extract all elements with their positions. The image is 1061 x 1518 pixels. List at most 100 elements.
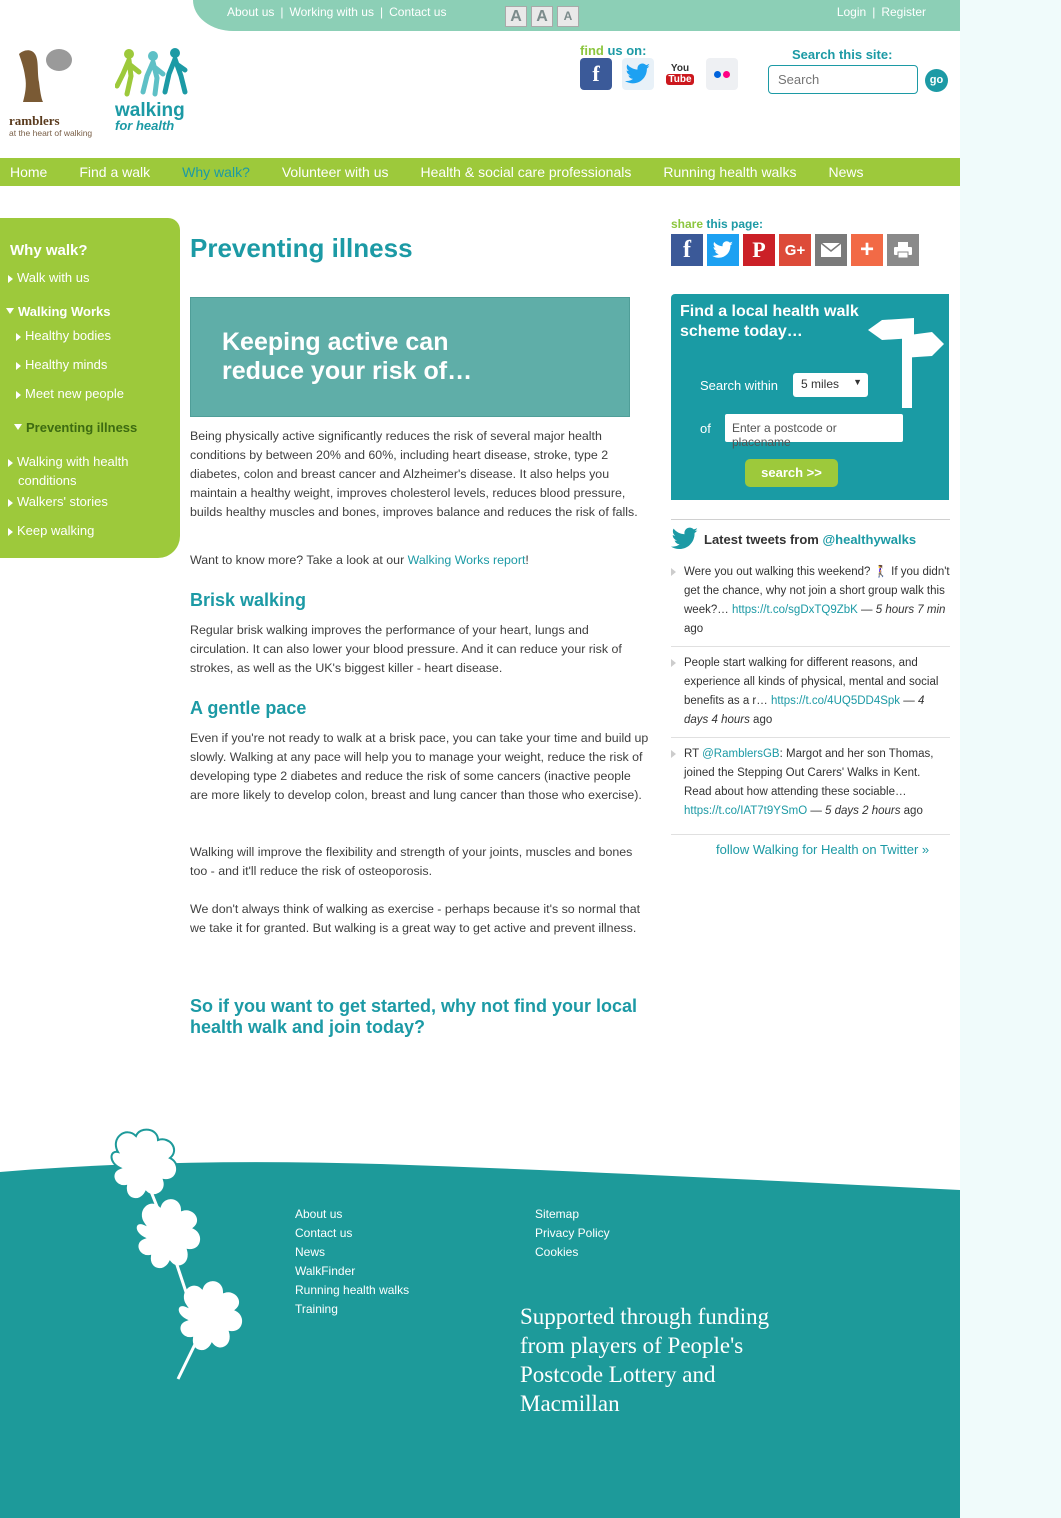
register-link[interactable]: Register [881,5,926,19]
print-icon[interactable] [887,234,919,266]
twitter-icon[interactable] [707,234,739,266]
youtube-tube-text: Tube [666,74,694,85]
tweet-mention-link[interactable]: @RamblersGB [702,748,780,760]
footer-contact-us-link[interactable]: Contact us [295,1224,409,1243]
nav-health-professionals[interactable]: Health & social care professionals [410,164,647,180]
postcode-input[interactable]: Enter a postcode or placename [725,414,903,449]
find-us-prefix: find [580,43,604,58]
footer-about-us-link[interactable]: About us [295,1205,409,1224]
facebook-share-glyph: f [683,236,691,263]
footer-cookies-link[interactable]: Cookies [535,1243,610,1262]
distance-select[interactable]: 5 miles ▼ [793,373,868,397]
youtube-icon[interactable]: You Tube [664,58,696,90]
font-size-medium-button[interactable]: A [531,6,553,27]
triangle-right-icon [8,499,13,507]
contact-us-link[interactable]: Contact us [389,5,446,19]
share-label: share this page: [671,217,763,231]
find-us-suffix: on: [626,43,647,58]
tweet-rt-prefix: RT [684,748,703,760]
ramblers-tree-icon [19,49,72,102]
gentle-pace-paragraph-3: We don't always think of walking as exer… [190,902,641,935]
footer-walkfinder-link[interactable]: WalkFinder [295,1262,409,1281]
tweet-time[interactable]: 5 hours 7 min [876,604,946,616]
email-icon[interactable] [815,234,847,266]
footer-privacy-policy-link[interactable]: Privacy Policy [535,1224,610,1243]
facebook-icon[interactable]: f [580,58,612,90]
sidebar-item-preventing-illness[interactable]: Preventing illness [14,418,137,437]
footer-links-col1: About us Contact us News WalkFinder Runn… [295,1205,409,1319]
nav-find-a-walk[interactable]: Find a walk [69,164,166,180]
sidebar-item-healthy-minds[interactable]: Healthy minds [16,355,107,374]
sidebar-item-walking-works[interactable]: Walking Works [6,302,110,321]
sidebar-item-walking-with-health-conditions[interactable]: Walking with health conditions [8,452,158,490]
tweets-heading-text: Latest tweets from [704,531,823,547]
social-links: f You Tube [580,58,738,90]
nav-why-walk[interactable]: Why walk? [172,164,266,180]
sidebar-item-keep-walking[interactable]: Keep walking [8,521,94,540]
share-middle: this [703,217,732,231]
sidebar-item-label: Preventing illness [26,420,138,435]
tweet-marker-icon [671,568,676,576]
login-link[interactable]: Login [837,5,866,19]
pinterest-icon[interactable]: P [743,234,775,266]
search-go-button[interactable]: go [925,69,948,92]
walking-for-health-logo[interactable]: walking for health [114,48,195,133]
sidebar-item-healthy-bodies[interactable]: Healthy bodies [16,326,111,345]
tweet-ago: ago [684,623,704,635]
triangle-right-icon [16,333,21,341]
healthywalks-handle-link[interactable]: @healthywalks [822,532,916,547]
font-size-large-button[interactable]: A [505,6,527,27]
tweet-link[interactable]: https://t.co/4UQ5DD4Spk [771,695,900,707]
nav-news[interactable]: News [818,164,879,180]
sidebar-title[interactable]: Why walk? [10,242,88,259]
sidebar-item-label: Meet new people [25,386,125,401]
footer-sitemap-link[interactable]: Sitemap [535,1205,610,1224]
top-links: About us | Working with us | Contact us [227,5,446,19]
sidebar-item-walk-with-us[interactable]: Walk with us [8,268,89,287]
know-more-text: Want to know more? Take a look at our [190,553,408,567]
account-links: Login | Register [837,5,926,19]
working-with-us-link[interactable]: Working with us [290,5,374,19]
follow-on-twitter-link[interactable]: follow Walking for Health on Twitter » [716,842,929,857]
facebook-icon[interactable]: f [671,234,703,266]
youtube-you-text: You [670,63,690,74]
brisk-walking-paragraph: Regular brisk walking improves the perfo… [190,623,622,675]
more-icon[interactable]: + [851,234,883,266]
find-walk-title: Find a local health walk scheme today… [680,303,859,340]
tweet-dash: — [857,604,876,616]
footer-support-statement: Supported through funding from players o… [520,1304,770,1416]
nav-volunteer[interactable]: Volunteer with us [272,164,405,180]
about-us-link[interactable]: About us [227,5,274,19]
font-size-small-button[interactable]: A [557,6,579,27]
triangle-down-icon [6,308,14,314]
walkers-figures-icon [114,48,188,97]
sidebar-item-meet-new-people[interactable]: Meet new people [16,384,124,403]
footer-training-link[interactable]: Training [295,1300,409,1319]
hero-banner: Keeping active can reduce your risk of… [190,297,630,417]
know-more-suffix: ! [525,553,529,567]
intro-paragraph: Being physically active significantly re… [190,429,638,519]
walking-works-report-link[interactable]: Walking Works report [408,553,526,567]
footer-running-health-walks-link[interactable]: Running health walks [295,1281,409,1300]
facebook-glyph: f [592,61,600,86]
share-buttons: f P G+ + [671,234,919,266]
sidebar-item-walkers-stories[interactable]: Walkers' stories [8,492,108,511]
footer-news-link[interactable]: News [295,1243,409,1262]
tweet-link[interactable]: https://t.co/sgDxTQ9ZbK [732,604,858,616]
nav-running-health-walks[interactable]: Running health walks [653,164,812,180]
tweet-ago: ago [749,714,773,726]
find-walk-search-button[interactable]: search >> [745,459,838,487]
page-title: Preventing illness [190,233,413,263]
triangle-right-icon [8,275,13,283]
tweet-link[interactable]: https://t.co/IAT7t9YSmO [684,805,807,817]
googleplus-icon[interactable]: G+ [779,234,811,266]
footer-links-col2: Sitemap Privacy Policy Cookies [535,1205,610,1262]
site-search-input[interactable] [768,65,918,94]
twitter-icon[interactable] [622,58,654,90]
flickr-icon[interactable] [706,58,738,90]
separator: | [280,5,284,19]
tweet-time[interactable]: 5 days 2 hours [825,805,900,817]
nav-home[interactable]: Home [0,164,63,180]
ramblers-logo[interactable]: ramblers at the heart of walking [9,46,109,138]
divider [671,834,950,835]
